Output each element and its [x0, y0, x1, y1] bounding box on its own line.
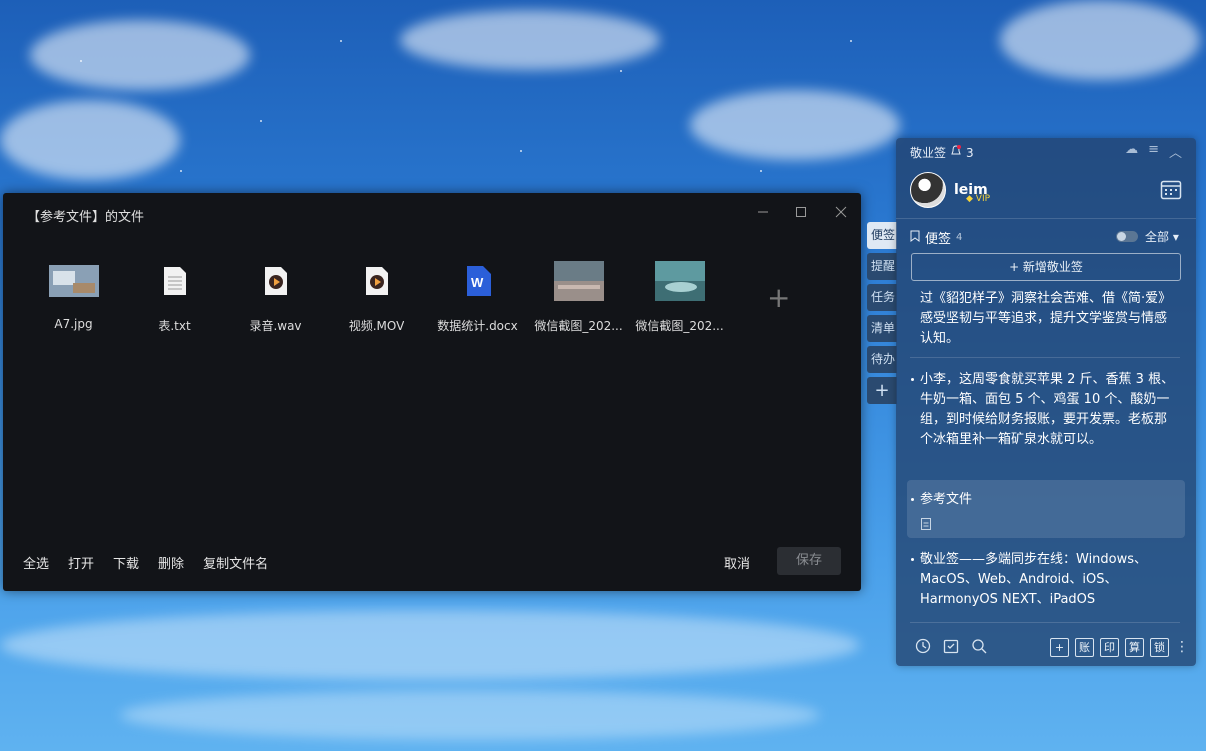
side-tabs: 便签 提醒 任务 清单 待办 + [867, 222, 897, 408]
file-item[interactable]: 微信截图_202... [629, 261, 730, 334]
search-icon[interactable] [970, 638, 988, 656]
new-note-button[interactable]: + 新增敬业签 [911, 253, 1181, 281]
attachment-icon[interactable] [920, 515, 932, 534]
tab-list[interactable]: 清单 [867, 315, 897, 342]
notes-count: 4 [956, 232, 963, 243]
copy-filename-button[interactable]: 复制文件名 [203, 553, 268, 572]
open-button[interactable]: 打开 [68, 553, 94, 572]
notify-count: 3 [966, 145, 974, 160]
calendar-icon[interactable] [1160, 178, 1182, 204]
image-thumbnail [553, 261, 604, 301]
close-button[interactable] [829, 203, 853, 225]
print-button[interactable]: 印 [1100, 638, 1119, 657]
cancel-button[interactable]: 取消 [724, 553, 750, 572]
maximize-button[interactable] [789, 203, 813, 225]
tab-notes[interactable]: 便签 [867, 222, 897, 249]
menu-icon[interactable]: ≡ [1148, 142, 1159, 161]
tab-reminder[interactable]: 提醒 [867, 253, 897, 280]
note-item[interactable]: 过《貂犯样子》洞察社会苦难、借《简·爱》感受坚韧与平等追求，提升文学鉴赏与情感认… [920, 289, 1178, 349]
note-item[interactable]: 小李，这周零食就买苹果 2 斤、香蕉 3 根、牛奶一箱、面包 5 个、鸡蛋 10… [911, 370, 1178, 450]
app-name: 敬业签 [910, 146, 947, 160]
cloud-sync-icon[interactable]: ☁ [1125, 142, 1138, 161]
account-button[interactable]: 账 [1075, 638, 1094, 657]
filter-dropdown[interactable]: 全部 ▾ [1145, 228, 1179, 245]
tab-tasks[interactable]: 任务 [867, 284, 897, 311]
vip-badge: ◆ VIP [966, 194, 991, 204]
svg-text:W: W [471, 275, 484, 290]
video-file-icon [352, 261, 402, 301]
minimize-button[interactable] [751, 203, 775, 225]
collapse-icon[interactable]: ︿ [1169, 142, 1182, 161]
tab-todo[interactable]: 待办 [867, 346, 897, 373]
file-item[interactable]: W 数据统计.docx [427, 261, 528, 334]
word-file-icon: W [453, 261, 503, 301]
calculate-button[interactable]: 算 [1125, 638, 1144, 657]
more-icon[interactable]: ⋮ [1175, 638, 1189, 656]
image-thumbnail [654, 261, 705, 301]
add-button[interactable]: + [1050, 638, 1069, 657]
checklist-icon[interactable] [942, 638, 960, 656]
avatar[interactable] [910, 172, 946, 208]
file-dialog: 【参考文件】的文件 A7.jpg 表.txt 录音.wav 视频.MOV W 数… [3, 193, 861, 591]
lock-button[interactable]: 锁 [1150, 638, 1169, 657]
save-button[interactable]: 保存 [777, 547, 841, 575]
file-item[interactable]: 表.txt [124, 261, 225, 334]
audio-file-icon [251, 261, 301, 301]
note-item[interactable]: 参考文件 [911, 490, 1178, 510]
image-thumbnail [48, 261, 99, 301]
file-list: A7.jpg 表.txt 录音.wav 视频.MOV W 数据统计.docx 微… [23, 261, 730, 334]
file-item[interactable]: A7.jpg [23, 261, 124, 334]
delete-button[interactable]: 删除 [158, 553, 184, 572]
file-item[interactable]: 录音.wav [225, 261, 326, 334]
clock-icon[interactable] [914, 638, 932, 656]
toggle-switch[interactable] [1116, 231, 1138, 242]
file-item[interactable]: 视频.MOV [326, 261, 427, 334]
notes-label: 便签 [925, 232, 952, 247]
dialog-actions: 全选 打开 下载 删除 复制文件名 [23, 553, 268, 572]
dialog-title: 【参考文件】的文件 [27, 210, 145, 225]
bell-icon[interactable] [950, 145, 962, 160]
add-tab-button[interactable]: + [867, 377, 897, 404]
bookmark-icon [910, 230, 920, 246]
file-item[interactable]: 微信截图_202... [528, 261, 629, 334]
select-all-button[interactable]: 全选 [23, 553, 49, 572]
note-item[interactable]: 敬业签——多端同步在线：Windows、MacOS、Web、Android、iO… [911, 550, 1178, 610]
download-button[interactable]: 下载 [113, 553, 139, 572]
notes-panel: 敬业签 3 ☁ ≡ ︿ leim ◆ VIP 便签 4 全部 ▾ + 新增敬业签… [896, 138, 1196, 666]
add-file-button[interactable]: + [767, 281, 790, 314]
text-file-icon [150, 261, 200, 301]
